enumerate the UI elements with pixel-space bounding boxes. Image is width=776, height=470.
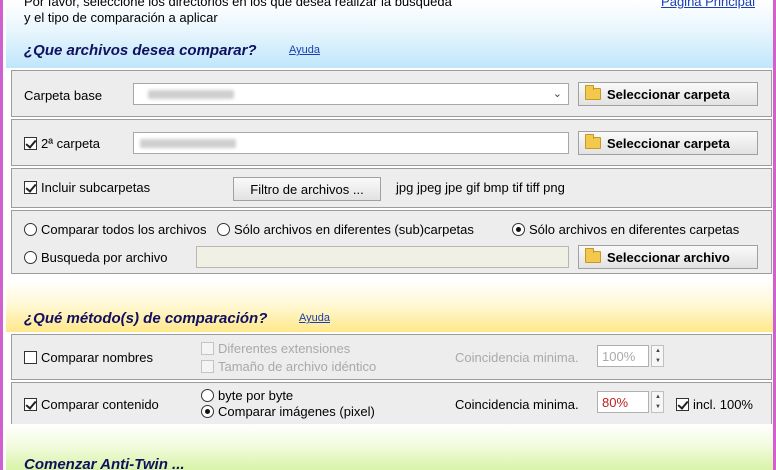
compare-names-row: Comparar nombres Diferentes extensiones … — [11, 334, 772, 380]
files-section-title: ¿Que archivos desea comparar? — [24, 42, 257, 59]
diff-extensions-label: Diferentes extensiones — [218, 341, 351, 356]
name-min-match-spinner[interactable]: ▲ ▼ — [651, 345, 664, 367]
search-by-file-radio[interactable] — [24, 251, 37, 264]
select-folder-label: Seleccionar carpeta — [607, 86, 730, 102]
subfolders-row: Incluir subcarpetas Filtro de archivos .… — [11, 168, 772, 208]
folder-icon — [585, 134, 601, 149]
second-folder-input[interactable] — [133, 132, 569, 154]
intro-line-1: Por favor, seleccione los directorios en… — [24, 0, 452, 9]
identical-size-checkbox[interactable] — [201, 360, 214, 373]
second-folder-row: 2ª carpeta Seleccionar carpeta — [11, 119, 772, 166]
file-extensions-text: jpg jpeg jpe gif bmp tif tiff png — [396, 180, 565, 195]
select-second-folder-button[interactable]: Seleccionar carpeta — [578, 131, 758, 155]
file-filter-button[interactable]: Filtro de archivos ... — [233, 177, 381, 201]
compare-images-label: Comparar imágenes (pixel) — [218, 404, 375, 419]
files-section-header: Por favor, seleccione los directorios en… — [6, 0, 773, 68]
compare-images-radio[interactable] — [201, 405, 214, 418]
identical-size-label: Tamaño de archivo idéntico — [218, 359, 377, 374]
chevron-down-icon[interactable]: ⌄ — [553, 87, 562, 100]
diff-extensions-checkbox[interactable] — [201, 342, 214, 355]
compare-content-checkbox[interactable] — [24, 398, 37, 411]
include-subfolders-checkbox[interactable] — [24, 181, 37, 194]
name-min-match-input[interactable]: 100% — [597, 345, 649, 367]
only-diff-folders-label: Sólo archivos en diferentes carpetas — [529, 222, 740, 237]
compare-content-label: Comparar contenido — [41, 397, 159, 412]
method-section-header: ¿Qué método(s) de comparación? Ayuda — [6, 280, 773, 332]
only-diff-folders-radio[interactable] — [512, 223, 525, 236]
method-help-link[interactable]: Ayuda — [299, 312, 330, 324]
intro-line-2: y el tipo de comparación a aplicar — [24, 10, 218, 25]
base-folder-label: Carpeta base — [24, 88, 103, 103]
search-by-file-label: Busqueda por archivo — [41, 250, 168, 265]
spin-down-icon[interactable]: ▼ — [655, 404, 661, 410]
second-folder-label: 2ª carpeta — [41, 136, 101, 151]
select-file-label: Seleccionar archivo — [607, 249, 730, 265]
folder-icon — [585, 85, 601, 100]
compare-all-label: Comparar todos los archivos — [41, 222, 207, 237]
content-min-match-input[interactable]: 80% — [597, 391, 649, 413]
spin-up-icon[interactable]: ▲ — [655, 348, 661, 354]
second-folder-checkbox[interactable] — [24, 137, 37, 150]
compare-names-checkbox[interactable] — [24, 351, 37, 364]
name-min-match-label: Coincidencia minima. — [455, 350, 579, 365]
base-folder-row: Carpeta base ⌄ Seleccionar carpeta — [11, 70, 772, 117]
base-folder-combobox[interactable]: ⌄ — [133, 83, 569, 105]
compare-content-row: Comparar contenido byte por byte Compara… — [11, 382, 772, 426]
start-section-header: Comenzar Anti-Twin ... — [6, 424, 773, 470]
incl-100-checkbox[interactable] — [676, 398, 689, 411]
content-min-match-spinner[interactable]: ▲ ▼ — [651, 391, 664, 413]
incl-100-label: incl. 100% — [693, 397, 753, 412]
only-diff-subfolders-label: Sólo archivos en diferentes (sub)carpeta… — [234, 222, 474, 237]
only-diff-subfolders-radio[interactable] — [217, 223, 230, 236]
main-page-link[interactable]: Página Principal — [661, 0, 755, 9]
comparison-scope-row: Comparar todos los archivos Sólo archivo… — [11, 210, 772, 274]
content-min-match-label: Coincidencia minima. — [455, 397, 579, 412]
include-subfolders-label: Incluir subcarpetas — [41, 180, 151, 195]
select-base-folder-button[interactable]: Seleccionar carpeta — [578, 82, 758, 106]
files-help-link[interactable]: Ayuda — [289, 44, 320, 56]
spin-down-icon[interactable]: ▼ — [655, 358, 661, 364]
search-file-input[interactable] — [196, 246, 569, 268]
select-folder-label: Seleccionar carpeta — [607, 135, 730, 151]
intro-text: Por favor, seleccione los directorios en… — [24, 0, 452, 26]
compare-all-radio[interactable] — [24, 223, 37, 236]
spin-up-icon[interactable]: ▲ — [655, 394, 661, 400]
app-window: Por favor, seleccione los directorios en… — [0, 0, 776, 470]
byte-by-byte-radio[interactable] — [201, 389, 214, 402]
start-section-title[interactable]: Comenzar Anti-Twin ... — [24, 456, 185, 470]
compare-names-label: Comparar nombres — [41, 350, 153, 365]
folder-icon — [585, 248, 601, 263]
byte-by-byte-label: byte por byte — [218, 388, 294, 403]
method-section-title: ¿Qué método(s) de comparación? — [24, 310, 268, 327]
select-file-button[interactable]: Seleccionar archivo — [578, 245, 758, 269]
